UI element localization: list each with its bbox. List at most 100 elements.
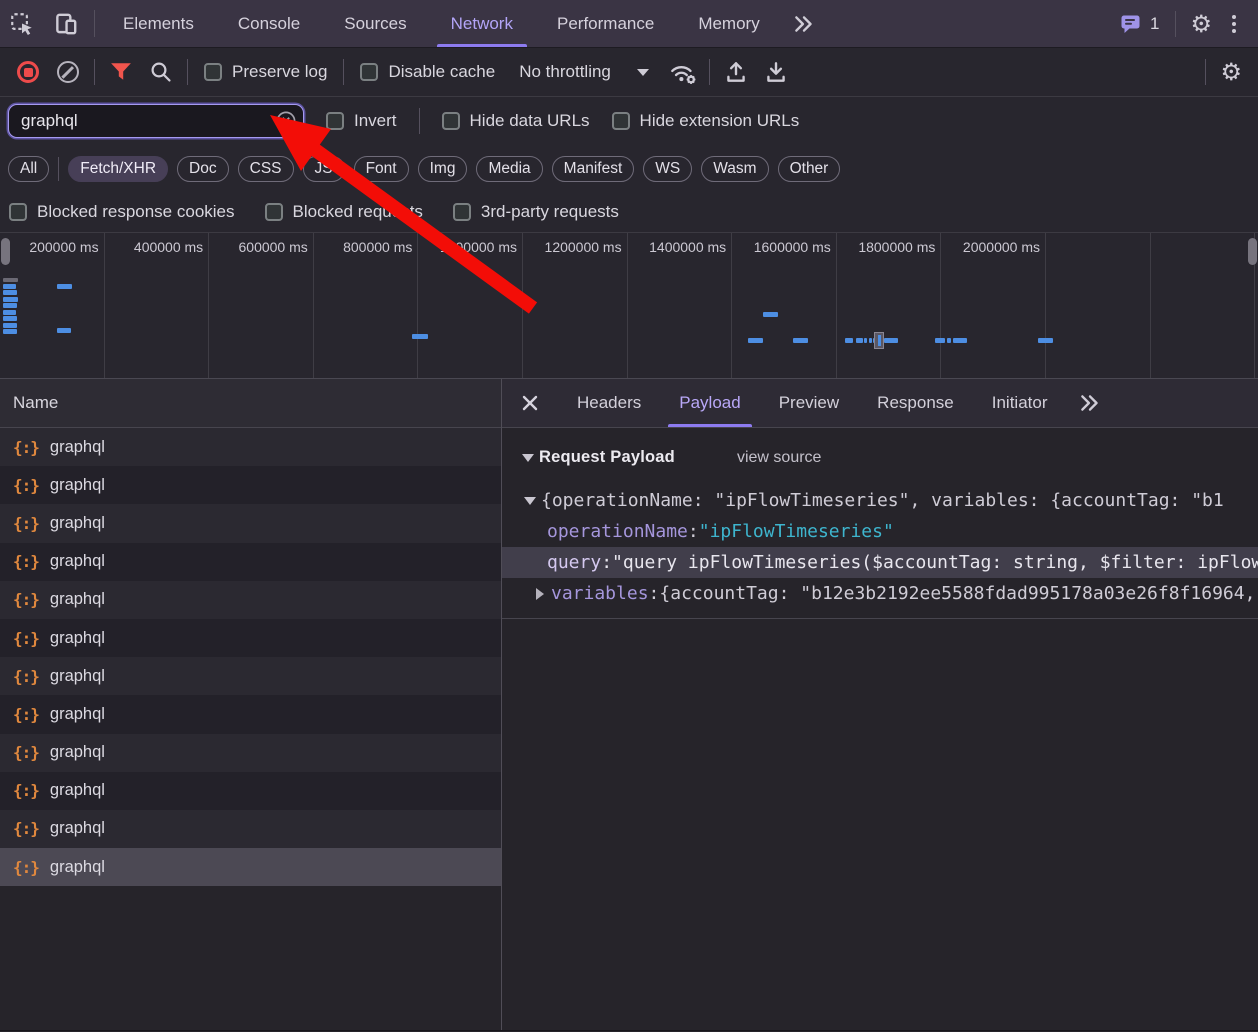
table-row[interactable]: {:}graphql	[0, 657, 501, 695]
tab-network[interactable]: Network	[429, 0, 535, 47]
filter-chip-media[interactable]: Media	[476, 156, 542, 182]
json-braces-icon: {:}	[13, 438, 39, 457]
filter-chip-ws[interactable]: WS	[643, 156, 692, 182]
details-tabbar: HeadersPayloadPreviewResponseInitiator	[502, 379, 1258, 428]
waterfall-bar	[3, 297, 18, 302]
filter-chip-doc[interactable]: Doc	[177, 156, 229, 182]
import-har-button[interactable]	[716, 59, 756, 85]
clear-network-log-button[interactable]	[48, 61, 88, 83]
details-tabs: HeadersPayloadPreviewResponseInitiator	[558, 379, 1066, 427]
disable-cache-checkbox[interactable]: Disable cache	[360, 62, 495, 82]
filter-chip-fetch-xhr[interactable]: Fetch/XHR	[68, 156, 168, 182]
request-name: graphql	[50, 476, 105, 495]
hide-extension-urls-checkbox[interactable]: Hide extension URLs	[612, 111, 800, 131]
table-row[interactable]: {:} graphql	[0, 428, 501, 466]
filter-chip-font[interactable]: Font	[354, 156, 409, 182]
close-details-button[interactable]	[502, 379, 558, 427]
filter-chip-manifest[interactable]: Manifest	[552, 156, 635, 182]
timeline-segment: 600000 ms	[209, 233, 314, 378]
table-row[interactable]: {:} graphql	[0, 504, 501, 542]
tab-performance[interactable]: Performance	[535, 0, 676, 47]
checkbox-3rd-party-requests[interactable]: 3rd-party requests	[453, 202, 619, 222]
tab-memory[interactable]: Memory	[676, 0, 781, 47]
payload-tree-row[interactable]: query: "query ipFlowTimeseries($accountT…	[502, 547, 1258, 578]
tab-elements[interactable]: Elements	[101, 0, 216, 47]
table-row[interactable]: {:}graphql	[0, 619, 501, 657]
timeline-tick-label: 2000000 ms	[963, 239, 1040, 255]
details-tab-preview[interactable]: Preview	[760, 379, 858, 427]
filter-chip-other[interactable]: Other	[778, 156, 841, 182]
expand-triangle-icon[interactable]	[524, 497, 536, 505]
timeline-segment: 2000000 ms	[941, 233, 1046, 378]
network-conditions-button[interactable]	[663, 59, 703, 85]
filter-chip-img[interactable]: Img	[418, 156, 468, 182]
payload-tree-row[interactable]: operationName: "ipFlowTimeseries"	[502, 516, 1258, 547]
message-bubble-icon	[1119, 12, 1143, 36]
preserve-log-checkbox[interactable]: Preserve log	[204, 62, 327, 82]
more-panels-button[interactable]	[782, 0, 826, 47]
table-row[interactable]: {:}graphql	[0, 848, 501, 886]
timeline-left-handle[interactable]	[1, 238, 10, 265]
checkbox-icon	[612, 112, 630, 130]
inspect-element-button[interactable]	[0, 0, 44, 47]
issues-button[interactable]: 1	[1109, 12, 1169, 36]
payload-tree-row[interactable]: variables: {accountTag: "b12e3b2192ee558…	[502, 578, 1258, 609]
network-filter-input[interactable]	[8, 104, 304, 138]
clear-circle-x-icon	[276, 111, 296, 131]
table-row[interactable]: {:}graphql	[0, 772, 501, 810]
timeline-segment: 1400000 ms	[628, 233, 733, 378]
table-row[interactable]: {:}graphql	[0, 695, 501, 733]
request-name: graphql	[50, 743, 105, 762]
details-tab-payload[interactable]: Payload	[660, 379, 759, 427]
table-row[interactable]: {:}graphql	[0, 810, 501, 848]
checkbox-blocked-requests[interactable]: Blocked requests	[265, 202, 423, 222]
details-tab-initiator[interactable]: Initiator	[973, 379, 1067, 427]
json-braces-icon: {:}	[13, 514, 39, 533]
waterfall-bar	[57, 328, 71, 333]
throttling-dropdown[interactable]: No throttling	[505, 62, 663, 82]
more-tabs-chevron-icon	[1078, 391, 1102, 415]
hide-data-urls-checkbox[interactable]: Hide data URLs	[442, 111, 590, 131]
request-payload-header[interactable]: Request Payload view source	[502, 444, 1258, 471]
network-filter-row: Invert Hide data URLs Hide extension URL…	[0, 97, 1258, 145]
filter-chip-all[interactable]: All	[8, 156, 49, 182]
details-tab-response[interactable]: Response	[858, 379, 973, 427]
request-name: graphql	[50, 438, 105, 457]
settings-gear-icon[interactable]: ⚙	[1182, 12, 1220, 36]
details-tab-headers[interactable]: Headers	[558, 379, 660, 427]
collapsed-triangle-icon[interactable]	[536, 588, 544, 600]
checkbox-icon	[453, 203, 471, 221]
timeline-right-handle[interactable]	[1248, 238, 1257, 265]
tab-sources[interactable]: Sources	[322, 0, 428, 47]
divider	[58, 157, 59, 181]
filter-chip-js[interactable]: JS	[303, 156, 345, 182]
tab-console[interactable]: Console	[216, 0, 322, 47]
more-detail-tabs-button[interactable]	[1066, 379, 1114, 427]
filter-chip-css[interactable]: CSS	[238, 156, 294, 182]
network-settings-gear-icon[interactable]: ⚙	[1212, 60, 1250, 84]
checkbox-blocked-response-cookies[interactable]: Blocked response cookies	[9, 202, 235, 222]
export-har-button[interactable]	[756, 59, 796, 85]
device-toolbar-button[interactable]	[44, 0, 88, 47]
search-network-button[interactable]	[141, 60, 181, 84]
record-network-log-button[interactable]	[8, 61, 48, 83]
name-column-header[interactable]: Name	[0, 379, 501, 428]
table-row[interactable]: {:}graphql	[0, 734, 501, 772]
devtools-menu-button[interactable]	[1220, 15, 1248, 33]
table-row[interactable]: {:}graphql	[0, 543, 501, 581]
view-source-link[interactable]: view source	[737, 449, 821, 467]
waterfall-bar	[763, 312, 778, 317]
waterfall-bar	[869, 338, 872, 343]
filter-toggle-button[interactable]	[101, 62, 141, 82]
throttling-value: No throttling	[519, 62, 611, 82]
table-row[interactable]: {:}graphql	[0, 466, 501, 504]
table-row[interactable]: {:}graphql	[0, 581, 501, 619]
filter-chip-wasm[interactable]: Wasm	[701, 156, 768, 182]
payload-tree-row[interactable]: {operationName: "ipFlowTimeseries", vari…	[502, 485, 1258, 516]
invert-checkbox[interactable]: Invert	[326, 111, 397, 131]
timeline-segment: 800000 ms	[314, 233, 419, 378]
divider	[94, 59, 95, 85]
request-name: graphql	[50, 514, 105, 533]
clear-filter-button[interactable]	[276, 111, 296, 131]
network-overview-timeline[interactable]: 200000 ms400000 ms600000 ms800000 ms1000…	[0, 233, 1258, 379]
